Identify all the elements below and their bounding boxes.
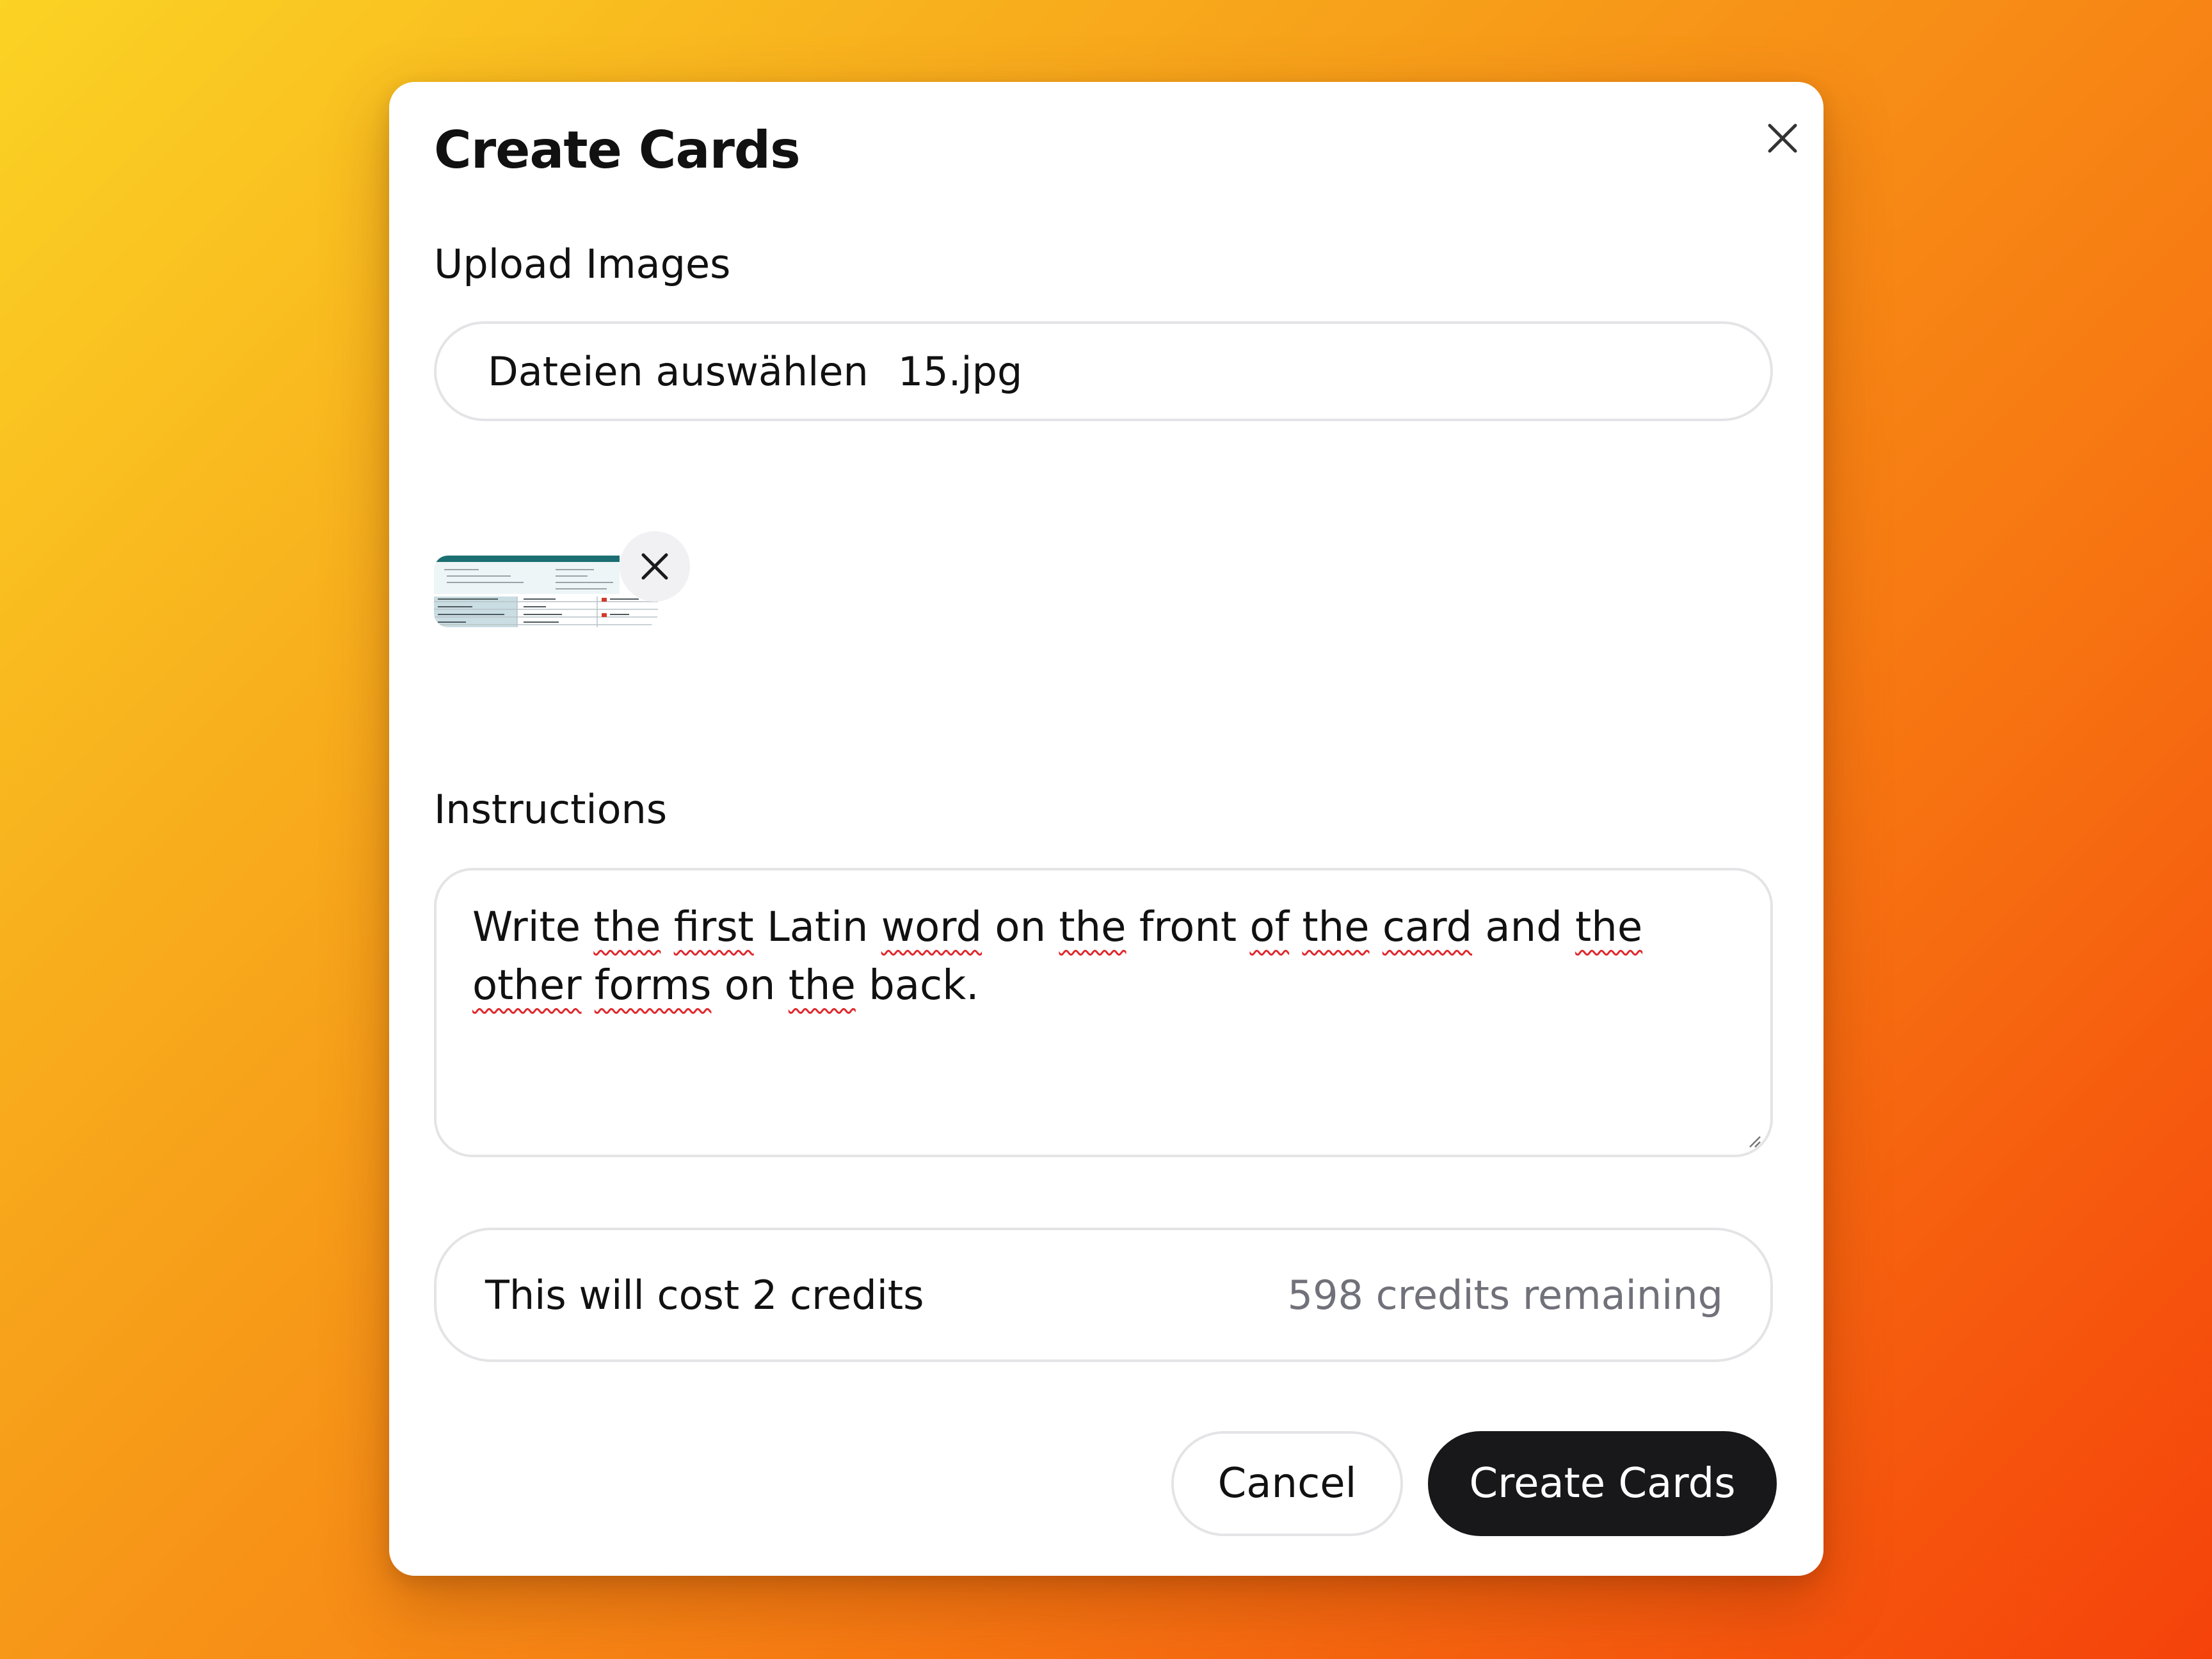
create-cards-button[interactable]: Create Cards	[1428, 1431, 1777, 1536]
instruction-text-segment: front	[1126, 904, 1250, 951]
cancel-button[interactable]: Cancel	[1171, 1431, 1403, 1536]
spellcheck-word: other	[472, 962, 582, 1009]
instruction-text-segment: and	[1472, 904, 1576, 951]
credits-info: This will cost 2 credits 598 credits rem…	[434, 1228, 1773, 1362]
instruction-text-segment	[582, 962, 595, 1009]
instruction-text-segment: on	[982, 904, 1059, 951]
selected-file-name: 15.jpg	[897, 348, 1023, 395]
close-icon	[1768, 124, 1797, 153]
remove-image-button[interactable]	[620, 531, 690, 602]
credits-remaining-text: 598 credits remaining	[1287, 1271, 1723, 1318]
instruction-text-segment	[1370, 904, 1382, 951]
spellcheck-word: first	[673, 904, 754, 951]
instruction-text-segment: on	[711, 962, 789, 1009]
instruction-text-segment: Write	[472, 904, 594, 951]
instruction-text-segment	[1289, 904, 1302, 951]
spellcheck-word: the	[1059, 904, 1126, 951]
credit-cost-text: This will cost 2 credits	[485, 1271, 924, 1318]
resize-handle-icon[interactable]	[1747, 1134, 1761, 1148]
instruction-text-segment	[661, 904, 673, 951]
file-input[interactable]: Dateien auswählen 15.jpg	[434, 321, 1773, 421]
instruction-text-segment: back.	[855, 962, 979, 1009]
spellcheck-word: forms	[594, 962, 712, 1009]
close-button[interactable]	[1751, 106, 1815, 170]
instructions-textarea[interactable]: Write the first Latin word on the front …	[434, 868, 1773, 1157]
instructions-text: Write the first Latin word on the front …	[472, 904, 1642, 1009]
spellcheck-word: card	[1382, 904, 1473, 951]
spellcheck-word: word	[881, 904, 982, 951]
spellcheck-word: the	[1575, 904, 1643, 951]
instruction-text-segment: Latin	[753, 904, 881, 951]
instructions-label: Instructions	[434, 786, 668, 833]
spellcheck-word: of	[1249, 904, 1290, 951]
upload-images-label: Upload Images	[434, 241, 731, 287]
spellcheck-word: the	[788, 962, 856, 1009]
close-icon	[641, 553, 668, 580]
choose-files-button[interactable]: Dateien auswählen	[488, 348, 869, 395]
spellcheck-word: the	[593, 904, 661, 951]
create-cards-dialog: Create Cards Upload Images Dateien auswä…	[389, 82, 1823, 1576]
image-preview	[434, 474, 696, 634]
spellcheck-word: the	[1302, 904, 1370, 951]
dialog-title: Create Cards	[434, 120, 801, 180]
